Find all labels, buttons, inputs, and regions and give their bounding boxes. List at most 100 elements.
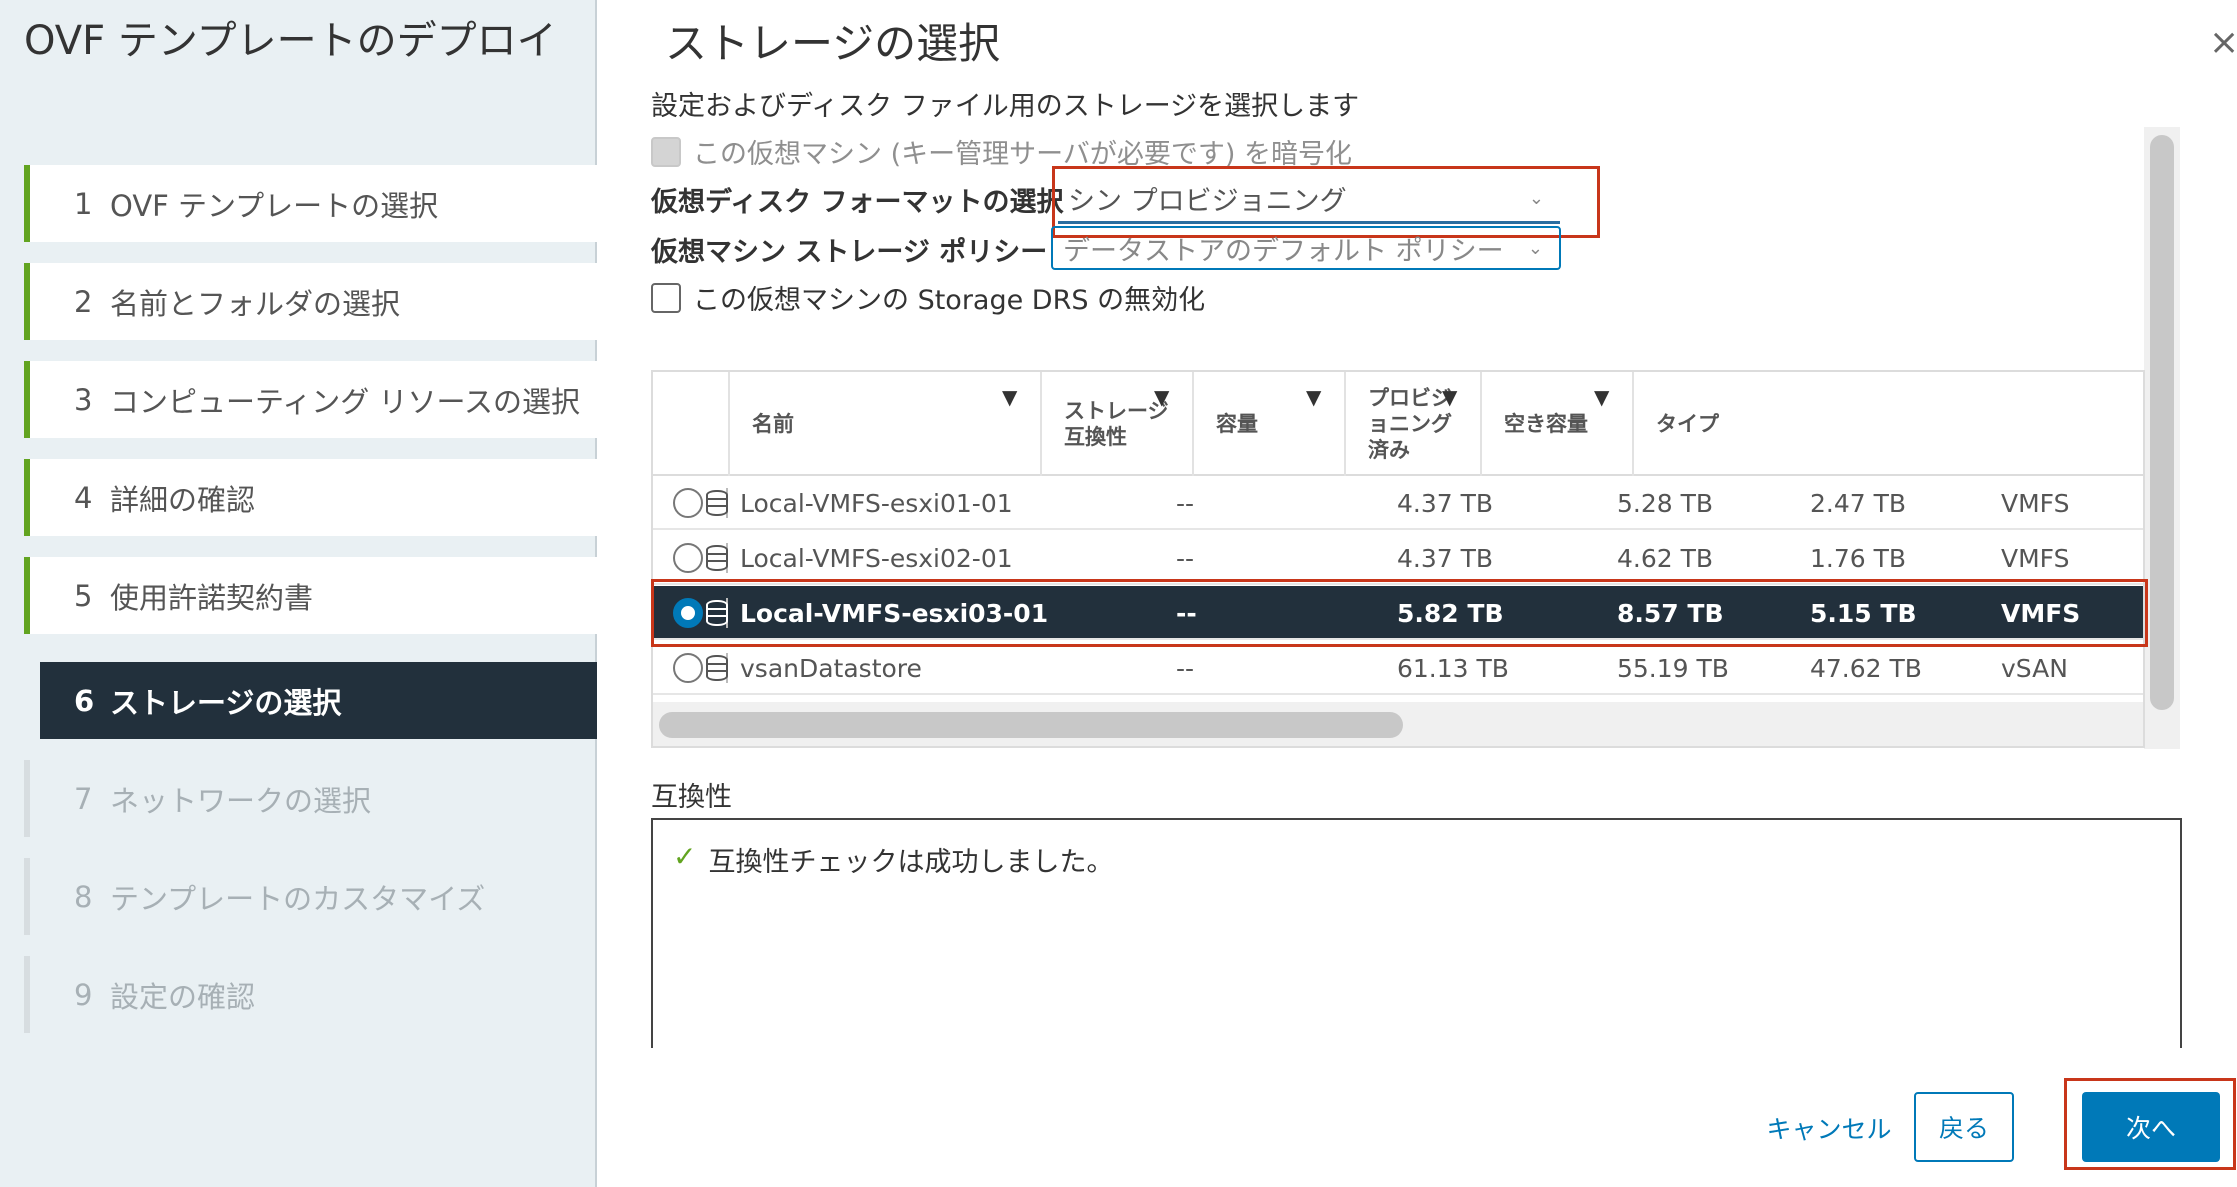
compatibility-message: 互換性チェックは成功しました。 [708, 847, 1114, 878]
column-header-name[interactable]: 名前 ▼ [728, 372, 1040, 476]
sdrs-checkbox[interactable] [651, 282, 681, 313]
check-icon: ✓ [673, 840, 697, 873]
wizard-step-5[interactable]: 5 使用許諾契約書 [24, 557, 597, 634]
cell-compatibility: -- [1176, 531, 1194, 585]
filter-icon[interactable]: ▼ [1594, 384, 1609, 410]
cell-text: vsanDatastore [740, 653, 922, 683]
column-header-compatibility[interactable]: ストレージ 互換性 ▼ [1040, 372, 1192, 476]
storage-policy-select[interactable]: データストアのデフォルト ポリシー ⌄ [1051, 226, 1561, 270]
datastore-icon [706, 655, 728, 681]
filter-icon[interactable]: ▼ [1306, 384, 1321, 410]
wizard-step-number: 3 [74, 382, 93, 417]
cell-text: 4.62 TB [1617, 543, 1714, 573]
filter-icon[interactable]: ▼ [1002, 384, 1017, 410]
cell-text: 47.62 TB [1810, 653, 1922, 683]
wizard-step-7[interactable]: 7 ネットワークの選択 [24, 760, 597, 837]
next-button-highlight [2064, 1078, 2236, 1170]
cell-text: -- [1176, 653, 1195, 683]
chevron-down-icon: ⌄ [1527, 237, 1543, 259]
table-row[interactable]: vsanDatastore -- 61.13 TB 55.19 TB 47.62 TB v… [653, 641, 2143, 695]
cell-text: 2.47 TB [1810, 488, 1907, 518]
disk-format-label: 仮想ディスク フォーマットの選択 [651, 187, 1064, 218]
wizard-title: OVF テンプレートのデプロイ [24, 18, 557, 64]
filter-icon[interactable]: ▼ [1442, 384, 1457, 410]
vertical-scrollbar[interactable] [2144, 127, 2180, 749]
wizard-step-number: 7 [74, 781, 93, 816]
cell-name: vsanDatastore [706, 641, 922, 695]
column-header-free-space[interactable]: 空き容量 ▼ [1480, 372, 1632, 476]
wizard-nav: OVF テンプレートのデプロイ 1 OVF テンプレートの選択 2 名前とフォルダの選… [0, 0, 597, 1187]
cell-type: VMFS [2001, 531, 2069, 585]
column-header-provisioned[interactable]: プロビジ ョニング 済み ▼ [1344, 372, 1480, 476]
horizontal-scrollbar[interactable] [653, 702, 2143, 746]
cancel-button[interactable]: キャンセル [1739, 1095, 1919, 1161]
cell-text: VMFS [2001, 543, 2070, 573]
policy-label: 仮想マシン ストレージ ポリシー [651, 237, 1048, 268]
cell-text: VMFS [2001, 488, 2070, 518]
column-header-label: 名前 [752, 412, 794, 436]
table-row[interactable]: Local-VMFS-esxi01-01 -- 4.37 TB 5.28 TB 2.47… [653, 476, 2143, 530]
cell-text: 55.19 TB [1617, 653, 1729, 683]
cell-text: 5.28 TB [1617, 488, 1714, 518]
storage-policy-value: データストアのデフォルト ポリシー [1063, 235, 1504, 267]
datastore-icon [706, 490, 728, 516]
column-header-capacity[interactable]: 容量 ▼ [1192, 372, 1344, 476]
cell-name: Local-VMFS-esxi01-01 [706, 476, 1013, 530]
column-header-label: 空き容量 [1504, 412, 1588, 436]
cell-free-space: 47.62 TB [1810, 641, 1922, 695]
cell-text: vSAN [2001, 653, 2068, 683]
wizard-step-2[interactable]: 2 名前とフォルダの選択 [24, 263, 597, 340]
datastore-table: 名前 ▼ ストレージ 互換性 ▼ 容量 ▼ プロビジ ョニング 済み ▼ 空き容量 ▼ タイプ Lo… [651, 370, 2145, 748]
datastore-icon [706, 545, 728, 571]
wizard-step-3[interactable]: 3 コンピューティング リソースの選択 [24, 361, 597, 438]
row-radio-button[interactable] [673, 653, 703, 683]
cell-free-space: 2.47 TB [1810, 476, 1906, 530]
wizard-step-label: 設定の確認 [110, 979, 256, 1014]
cell-type: vSAN [2001, 641, 2068, 695]
wizard-step-number: 5 [74, 578, 93, 613]
cell-text: -- [1176, 488, 1195, 518]
vertical-scrollbar-thumb[interactable] [2150, 135, 2174, 710]
column-header-type[interactable]: タイプ [1632, 372, 1752, 476]
wizard-step-9[interactable]: 9 設定の確認 [24, 956, 597, 1033]
disk-format-row: 仮想ディスク フォーマットの選択 [651, 180, 1064, 219]
wizard-step-1[interactable]: 1 OVF テンプレートの選択 [24, 165, 597, 242]
column-header-label: プロビジ ョニング 済み [1368, 386, 1452, 462]
wizard-step-number: 9 [74, 977, 93, 1012]
close-icon[interactable]: × [2209, 22, 2237, 63]
wizard-step-number: 4 [74, 480, 93, 515]
wizard-step-8[interactable]: 8 テンプレートのカスタマイズ [24, 858, 597, 935]
wizard-step-6[interactable]: 6 ストレージの選択 [40, 662, 597, 739]
cell-free-space: 1.76 TB [1810, 531, 1906, 585]
wizard-step-label: ネットワークの選択 [110, 783, 372, 818]
cell-provisioned: 55.19 TB [1617, 641, 1729, 695]
wizard-step-label: コンピューティング リソースの選択 [110, 384, 581, 419]
cell-text: 1.76 TB [1810, 543, 1907, 573]
table-header: 名前 ▼ ストレージ 互換性 ▼ 容量 ▼ プロビジ ョニング 済み ▼ 空き容量 ▼ タイプ [653, 372, 2143, 476]
wizard-step-4[interactable]: 4 詳細の確認 [24, 459, 597, 536]
filter-icon[interactable]: ▼ [1154, 384, 1169, 410]
cell-text: -- [1176, 543, 1195, 573]
main-panel: ストレージの選択 × 設定およびディスク ファイル用のストレージを選択します こ… [599, 0, 2237, 1187]
cell-text: 4.37 TB [1397, 543, 1494, 573]
wizard-step-number: 6 [74, 683, 95, 718]
column-header-label: ストレージ 互換性 [1064, 399, 1169, 449]
cell-text: Local-VMFS-esxi01-01 [740, 488, 1013, 518]
row-radio-button[interactable] [673, 543, 703, 573]
policy-row: 仮想マシン ストレージ ポリシー [651, 230, 1047, 269]
cell-capacity: 4.37 TB [1397, 531, 1493, 585]
horizontal-scrollbar-thumb[interactable] [659, 712, 1403, 738]
column-header-label: タイプ [1656, 412, 1719, 436]
cell-compatibility: -- [1176, 641, 1194, 695]
cell-capacity: 61.13 TB [1397, 641, 1509, 695]
table-row[interactable]: Local-VMFS-esxi02-01 -- 4.37 TB 4.62 TB 1.76… [653, 531, 2143, 585]
compatibility-label: 互換性 [651, 782, 732, 813]
sdrs-row: この仮想マシンの Storage DRS の無効化 [651, 278, 1205, 317]
column-header-label: 容量 [1216, 412, 1258, 436]
wizard-step-label: ストレージの選択 [110, 685, 342, 720]
cell-text: 4.37 TB [1397, 488, 1494, 518]
row-radio-button[interactable] [673, 488, 703, 518]
back-button[interactable]: 戻る [1914, 1092, 2014, 1162]
selected-row-highlight [651, 579, 2148, 647]
wizard-step-number: 2 [74, 284, 93, 319]
